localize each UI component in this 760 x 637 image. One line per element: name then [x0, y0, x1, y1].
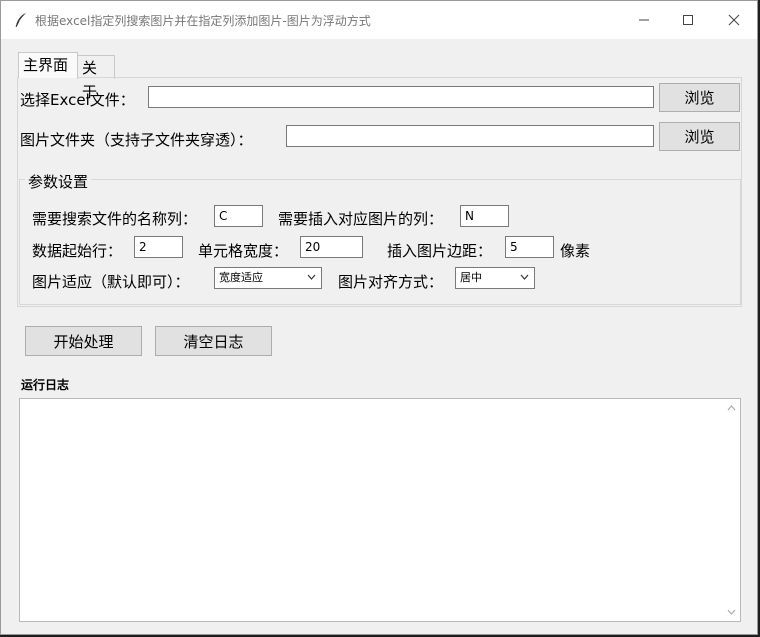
align-select[interactable]: 居中 — [455, 267, 535, 289]
margin-unit-label: 像素 — [560, 242, 591, 260]
feather-icon — [13, 12, 29, 28]
log-textarea[interactable] — [19, 398, 741, 622]
align-label: 图片对齐方式： — [338, 273, 444, 291]
fit-label: 图片适应（默认即可）： — [32, 273, 190, 291]
window-title: 根据excel指定列搜索图片并在指定列添加图片-图片为浮动方式 — [35, 14, 371, 28]
fit-select[interactable]: 宽度适应 — [214, 267, 322, 289]
fit-select-value: 宽度适应 — [219, 271, 263, 284]
params-group-title: 参数设置 — [25, 171, 92, 192]
start-row-label: 数据起始行： — [32, 242, 123, 260]
minimize-button[interactable] — [621, 1, 667, 39]
close-button[interactable] — [711, 1, 757, 39]
image-folder-label: 图片文件夹（支持子文件夹穿透）： — [20, 131, 253, 149]
maximize-button[interactable] — [665, 1, 711, 39]
search-col-input[interactable]: C — [214, 205, 263, 227]
tab-main[interactable]: 主界面 — [18, 52, 78, 78]
cell-width-label: 单元格宽度： — [198, 242, 289, 260]
maximize-icon — [683, 15, 693, 25]
log-scrollbar[interactable] — [723, 399, 740, 621]
excel-file-input[interactable] — [148, 86, 654, 108]
start-row-input[interactable]: 2 — [134, 236, 183, 258]
clear-log-button[interactable]: 清空日志 — [155, 326, 272, 356]
insert-col-input[interactable]: N — [460, 205, 509, 227]
start-button[interactable]: 开始处理 — [25, 326, 142, 356]
align-select-value: 居中 — [460, 271, 482, 284]
cell-width-input[interactable]: 20 — [300, 236, 363, 258]
chevron-down-icon — [307, 274, 316, 280]
search-col-label: 需要搜索文件的名称列： — [32, 210, 198, 228]
margin-label: 插入图片边距： — [387, 242, 493, 260]
browse-excel-button[interactable]: 浏览 — [659, 83, 740, 112]
insert-col-label: 需要插入对应图片的列： — [278, 210, 444, 228]
close-icon — [728, 14, 740, 26]
title-bar[interactable]: 根据excel指定列搜索图片并在指定列添加图片-图片为浮动方式 — [1, 1, 757, 39]
minimize-icon — [639, 19, 649, 21]
image-folder-input[interactable] — [286, 125, 654, 147]
app-window: 根据excel指定列搜索图片并在指定列添加图片-图片为浮动方式 主界面 关于 选… — [0, 0, 758, 635]
log-title: 运行日志 — [21, 378, 70, 392]
scroll-down-icon[interactable] — [727, 609, 736, 615]
excel-file-label: 选择Excel文件： — [20, 91, 135, 109]
margin-input[interactable]: 5 — [505, 236, 554, 258]
browse-folder-button[interactable]: 浏览 — [659, 122, 740, 151]
scroll-up-icon[interactable] — [727, 405, 736, 411]
tab-about[interactable]: 关于 — [77, 55, 115, 101]
chevron-down-icon — [520, 274, 529, 280]
